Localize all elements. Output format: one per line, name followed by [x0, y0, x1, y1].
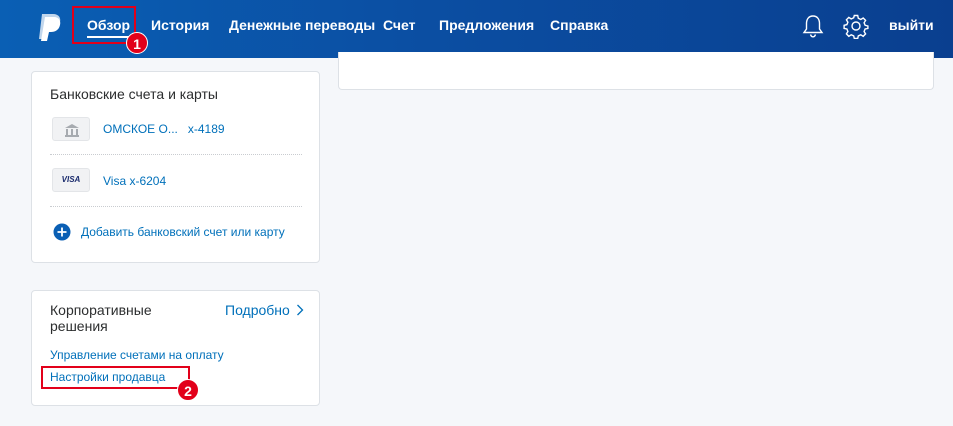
callout-number-1: 1 — [126, 32, 148, 54]
nav-offers-tab[interactable]: Предложения — [439, 17, 534, 33]
nav-account-tab[interactable]: Счет — [383, 17, 416, 33]
bank-account-name: ОМСКОЕ О... — [103, 122, 178, 136]
bell-icon[interactable] — [800, 13, 826, 39]
highlight-box-seller-settings — [41, 366, 190, 389]
more-details-link[interactable]: Подробно — [225, 302, 304, 318]
logout-link[interactable]: выйти — [889, 17, 934, 33]
bank-account-link[interactable]: ОМСКОЕ О... x-4189 — [103, 122, 225, 136]
visa-card-icon: VISA — [52, 168, 90, 192]
bank-accounts-card: Банковские счета и карты ОМСКОЕ О... x-4… — [31, 71, 320, 263]
bank-icon — [52, 117, 90, 141]
nav-history-tab[interactable]: История — [151, 17, 209, 33]
bank-account-number: x-4189 — [187, 122, 225, 136]
business-solutions-title: Корпоративные решения — [50, 302, 152, 334]
visa-badge-text: VISA — [61, 175, 81, 184]
business-title-line1: Корпоративные — [50, 302, 152, 318]
business-title-line2: решения — [50, 318, 108, 334]
nav-help-tab[interactable]: Справка — [550, 17, 608, 33]
gear-icon[interactable] — [843, 13, 869, 39]
invoices-management-link[interactable]: Управление счетами на оплату — [50, 348, 224, 362]
add-bank-or-card-link[interactable]: Добавить банковский счет или карту — [81, 225, 285, 239]
main-content-card — [338, 52, 934, 90]
divider — [50, 154, 302, 155]
visa-card-link[interactable]: Visa x-6204 — [103, 174, 166, 188]
chevron-right-icon — [296, 304, 304, 316]
nav-transfers-tab[interactable]: Денежные переводы — [229, 17, 375, 33]
more-details-label: Подробно — [225, 302, 290, 318]
add-circle-icon[interactable] — [53, 223, 71, 241]
callout-number-2: 2 — [177, 379, 199, 401]
paypal-logo-icon[interactable] — [36, 12, 64, 42]
divider — [50, 206, 302, 207]
bank-accounts-title: Банковские счета и карты — [50, 86, 218, 102]
